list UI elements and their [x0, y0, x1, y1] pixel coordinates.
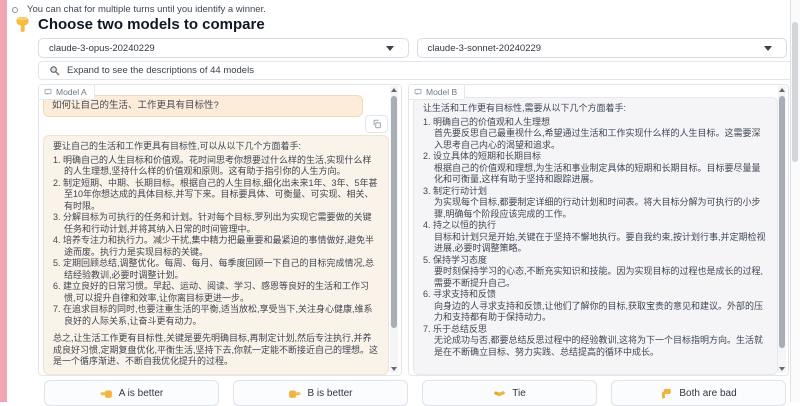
page-scrollbar[interactable]	[790, 0, 800, 402]
model-a-dropdown-value: claude-3-opus-20240229	[49, 43, 155, 54]
scroll-down-icon[interactable]	[391, 367, 397, 371]
response-outro: 总之,让生活工作更有目标性,关键是要先明确目标,再制定计划,然后专注执行,并养成…	[53, 333, 379, 368]
scroll-down-icon[interactable]	[779, 367, 785, 371]
model-b-response: 让生活和工作更有目标性,需要从以下几个方面着手: 1. 明确自己的价值观和人生理…	[413, 97, 778, 375]
response-item: 7. 在追求目标的同时,也要注重生活的平衡,适当放松,享受当下,关注身心健康,维…	[53, 304, 379, 327]
response-item: 1. 明确自己的人生目标和价值观。花时间思考你想要过什么样的生活,实现什么样的人…	[53, 155, 379, 178]
vote-both-bad-label: Both are bad	[679, 388, 736, 399]
response-intro: 要让自己的生活和工作更具有目标性,可以从以下几个方面着手:	[53, 141, 379, 153]
vote-tie-button[interactable]: Tie	[422, 380, 597, 406]
response-item: 2. 设立具体的短期和长期目标 根据自己的价值观和理想,为生活和事业制定具体的短…	[423, 151, 768, 186]
response-item: 4. 培养专注力和执行力。减少干扰,集中精力把最重要和最紧迫的事情做好,避免半途…	[53, 235, 379, 258]
page-scrollbar-thumb[interactable]	[792, 22, 798, 162]
response-item: 3. 制定行动计划 为实现每个目标,都要制定详细的行动计划和时间表。将大目标分解…	[423, 186, 768, 221]
response-item: 6. 建立良好的日常习惯。早起、运动、阅读、学习、感恩等良好的生活和工作习惯,可…	[53, 281, 379, 304]
point-left-icon	[100, 387, 113, 400]
page-header: Choose two models to compare	[14, 16, 265, 33]
page-title: Choose two models to compare	[38, 16, 265, 33]
model-a-panel: Model A 如何让自己的生活、工作更具有目标性? 要让自己的生活和工作更具有…	[38, 84, 402, 376]
copy-icon	[372, 119, 382, 129]
vote-tie-label: Tie	[512, 388, 526, 399]
vote-b-better-button[interactable]: B is better	[233, 380, 408, 406]
model-selectors: claude-3-opus-20240229 claude-3-sonnet-2…	[38, 38, 787, 58]
vote-a-better-button[interactable]: A is better	[44, 380, 219, 406]
chevron-down-icon	[386, 46, 394, 51]
chat-icon	[414, 88, 422, 96]
model-a-response: 要让自己的生活和工作更具有目标性,可以从以下几个方面着手: 1. 明确自己的人生…	[43, 135, 389, 375]
model-b-dropdown[interactable]: claude-3-sonnet-20240229	[417, 38, 788, 58]
vote-b-better-label: B is better	[307, 388, 352, 399]
thumbs-down-icon	[660, 387, 673, 400]
copy-button[interactable]	[365, 115, 388, 133]
model-b-panel: Model B 让生活和工作更有目标性,需要从以下几个方面着手: 1. 明确自己…	[408, 84, 789, 376]
model-a-label: Model A	[39, 85, 95, 100]
vote-buttons-row: A is better B is better Tie Both are bad	[44, 380, 786, 406]
model-a-dropdown[interactable]: claude-3-opus-20240229	[38, 38, 409, 58]
model-b-dropdown-value: claude-3-sonnet-20240229	[428, 43, 542, 54]
response-item: 3. 分解目标为可执行的任务和计划。针对每个目标,罗列出为实现它需要做的关键任务…	[53, 212, 379, 235]
chat-icon	[44, 88, 52, 96]
chevron-down-icon	[764, 46, 772, 51]
model-b-label: Model B	[409, 85, 465, 100]
vote-both-bad-button[interactable]: Both are bad	[611, 380, 786, 406]
instruction-text: You can chat for multiple turns until yo…	[27, 4, 266, 15]
instruction-line: You can chat for multiple turns until yo…	[12, 4, 266, 15]
response-item: 4. 持之以恒的执行 目标和计划只是开始,关键在于坚持不懈地执行。要自我约束,按…	[423, 220, 768, 255]
model-b-scrollbar[interactable]	[778, 86, 786, 373]
scroll-up-icon[interactable]	[779, 88, 785, 92]
response-item: 7. 乐于总结反思 无论成功与否,都要总结反思过程中的经验教训,这将为下一个目标…	[423, 324, 768, 359]
response-item: 1. 明确自己的价值观和人生理想 首先要反思自己最重视什么,希望通过生活和工作实…	[423, 117, 768, 152]
scrollbar-thumb[interactable]	[391, 96, 397, 328]
scrollbar-thumb[interactable]	[779, 96, 785, 348]
bullet-icon	[12, 7, 18, 13]
response-item: 5. 保持学习态度 要时刻保持学习的心态,不断充实知识和技能。因为实现目标的过程…	[423, 255, 768, 290]
scroll-up-icon[interactable]	[391, 88, 397, 92]
left-accent-strip	[0, 0, 7, 402]
accordion-label: Expand to see the descriptions of 44 mod…	[67, 65, 254, 76]
response-intro: 让生活和工作更有目标性,需要从以下几个方面着手:	[423, 103, 768, 115]
handshake-icon	[493, 387, 506, 400]
vote-a-better-label: A is better	[119, 388, 163, 399]
point-down-icon	[14, 16, 31, 33]
model-descriptions-accordion[interactable]: Expand to see the descriptions of 44 mod…	[38, 61, 800, 80]
response-item: 5. 定期回顾总结,调整优化。每周、每月、每季度回顾一下自己的目标完成情况,总结…	[53, 258, 379, 281]
model-a-scrollbar[interactable]	[390, 86, 398, 373]
point-right-icon	[288, 387, 301, 400]
search-icon	[49, 65, 60, 76]
response-item: 2. 制定短期、中期、长期目标。根据自己的人生目标,细化出未来1年、3年、5年甚…	[53, 178, 379, 213]
response-item: 6. 寻求支持和反馈 向身边的人寻求支持和反馈,让他们了解你的目标,获取宝贵的意…	[423, 289, 768, 324]
